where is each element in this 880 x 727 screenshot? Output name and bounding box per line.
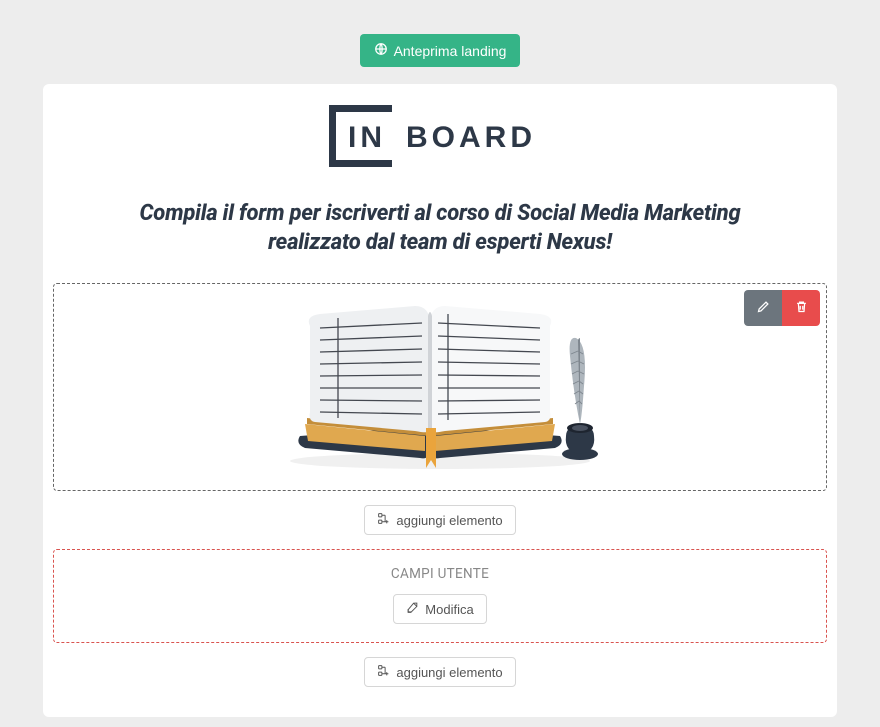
trash-icon: [794, 299, 809, 317]
preview-button-label: Anteprima landing: [394, 43, 507, 59]
add-element-button-2[interactable]: aggiungi elemento: [364, 657, 515, 687]
add-element-label-2: aggiungi elemento: [396, 665, 502, 680]
svg-text:IN: IN: [348, 121, 386, 154]
editor-card: IN BOARD Compila il form per iscriverti …: [43, 84, 837, 717]
block-actions: [744, 290, 820, 326]
content-block-image[interactable]: [53, 283, 827, 491]
modify-fields-button[interactable]: Modifica: [393, 594, 486, 624]
svg-text:BOARD: BOARD: [406, 121, 536, 154]
globe-icon: [374, 42, 388, 59]
pencil-icon: [756, 299, 771, 317]
heading-line-1: Compila il form per iscriverti al corso …: [140, 201, 741, 226]
preview-landing-button[interactable]: Anteprima landing: [360, 34, 521, 67]
edit-block-button[interactable]: [744, 290, 782, 326]
user-fields-block[interactable]: CAMPI UTENTE Modifica: [53, 549, 827, 643]
user-fields-heading: CAMPI UTENTE: [391, 566, 489, 582]
add-element-label-1: aggiungi elemento: [396, 513, 502, 528]
page-heading: Compila il form per iscriverti al corso …: [140, 200, 741, 257]
modify-button-label: Modifica: [425, 602, 473, 617]
book-quill-illustration: [280, 296, 600, 478]
logo: IN BOARD: [324, 100, 556, 172]
delete-block-button[interactable]: [782, 290, 820, 326]
add-element-button-1[interactable]: aggiungi elemento: [364, 505, 515, 535]
edit-square-icon: [406, 601, 419, 617]
add-node-icon: [377, 664, 390, 680]
heading-line-2: realizzato dal team di esperti Nexus!: [268, 230, 612, 255]
add-node-icon: [377, 512, 390, 528]
